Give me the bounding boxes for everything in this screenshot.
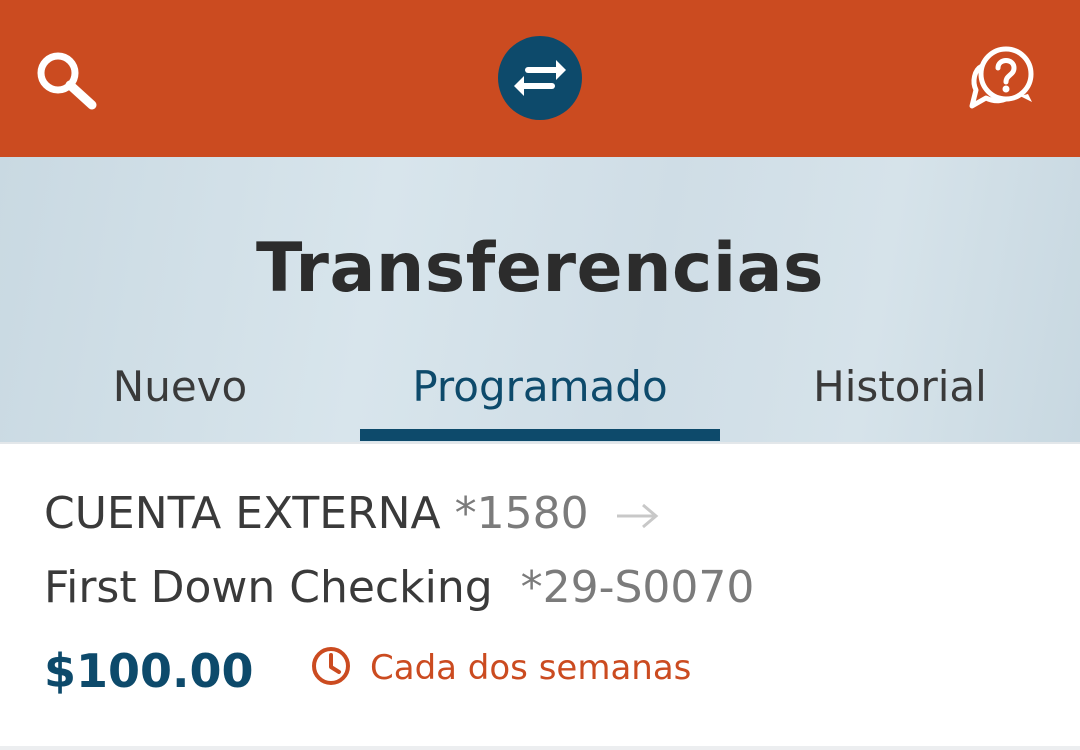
hero-section: Transferencias Nuevo Programado Historia…	[0, 157, 1080, 442]
frequency-label: Cada dos semanas	[370, 648, 692, 688]
page-title: Transferencias	[256, 229, 824, 308]
help-button[interactable]	[968, 44, 1036, 110]
active-tab-indicator	[360, 429, 720, 441]
to-account: First Down Checking *29-S0070	[44, 562, 754, 613]
tab-historial[interactable]: Historial	[720, 347, 1080, 442]
arrow-right-icon	[616, 503, 658, 529]
transfers-button[interactable]	[498, 36, 582, 120]
from-account-number: *1580	[454, 488, 589, 539]
search-button[interactable]	[30, 46, 100, 110]
divider	[0, 746, 1080, 750]
tab-nuevo[interactable]: Nuevo	[0, 347, 360, 442]
from-account-name: CUENTA EXTERNA	[44, 488, 441, 539]
to-account-number: *29-S0070	[520, 562, 755, 613]
help-chat-icon	[969, 46, 1034, 109]
transfer-frequency: Cada dos semanas	[310, 646, 692, 691]
scheduled-transfer-item[interactable]: CUENTA EXTERNA *1580 First Down Checking…	[0, 444, 1080, 748]
top-bar	[0, 0, 1080, 157]
from-account: CUENTA EXTERNA *1580	[44, 488, 663, 539]
clock-icon	[312, 646, 350, 685]
search-icon	[37, 52, 97, 110]
to-account-name: First Down Checking	[44, 562, 493, 613]
tab-programado[interactable]: Programado	[360, 347, 720, 442]
transfer-arrows-icon	[514, 60, 566, 96]
transfer-amount: $100.00	[44, 644, 254, 698]
